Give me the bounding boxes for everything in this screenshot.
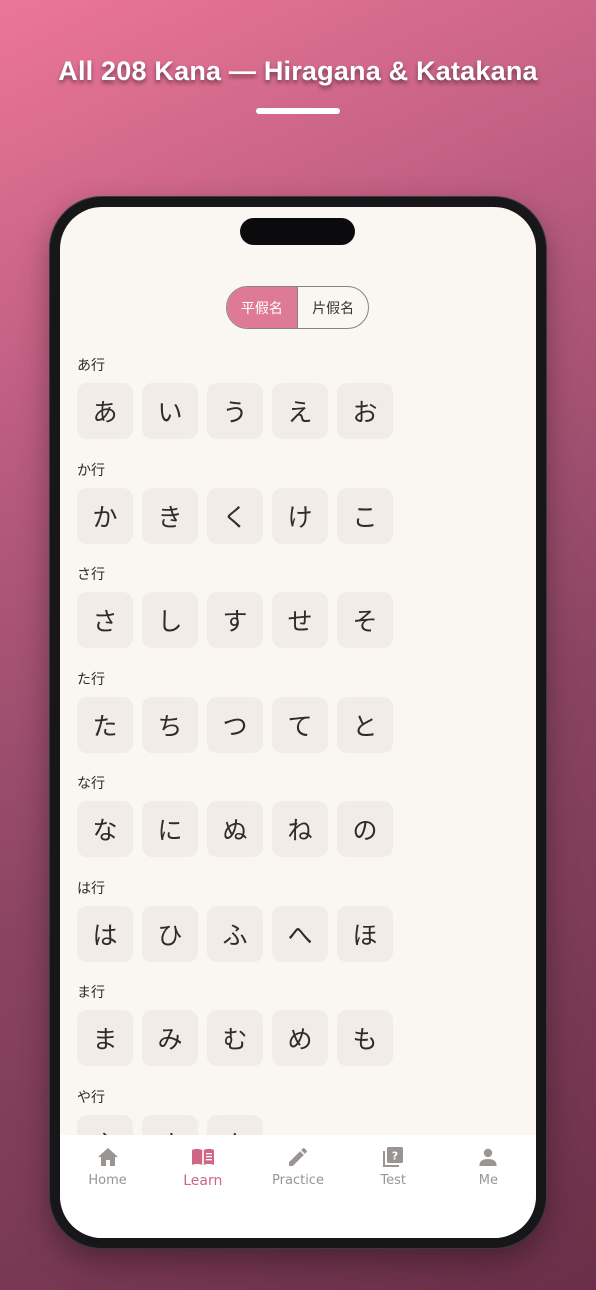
tab-label: Me — [478, 1173, 499, 1188]
headline-underline — [256, 108, 340, 114]
quiz-icon: ? — [383, 1147, 404, 1167]
app-screen: 平假名 片假名 あ行 あ い う え お か行 か き く け こ さ行 さ し… — [60, 207, 536, 1238]
kana-cell[interactable]: む — [207, 1010, 263, 1066]
kana-cell[interactable]: ま — [77, 1010, 133, 1066]
kana-cell[interactable]: つ — [207, 696, 263, 753]
kana-cell[interactable]: う — [207, 383, 263, 439]
row-label: あ行 — [77, 358, 105, 374]
kana-cell[interactable]: お — [337, 383, 393, 439]
row-label: た行 — [77, 671, 105, 688]
row-label: か行 — [77, 462, 105, 479]
kana-row: ま行 ま み む め も — [77, 982, 517, 1087]
kana-cell[interactable]: へ — [272, 905, 328, 962]
kana-cell[interactable]: く — [207, 487, 263, 544]
kana-row: あ行 あ い う え お — [77, 355, 517, 460]
kana-row: か行 か き く け こ — [77, 460, 517, 565]
kana-row: な行 な に ぬ ね の — [77, 773, 517, 878]
bottom-tab-bar: Home Learn Practice ? Test Me — [60, 1135, 536, 1238]
kana-cell[interactable]: か — [77, 487, 133, 544]
kana-cell[interactable]: せ — [272, 592, 328, 648]
person-icon — [479, 1148, 497, 1166]
kana-cell[interactable]: み — [142, 1010, 198, 1066]
kana-cell[interactable]: け — [272, 487, 328, 544]
kana-cell[interactable]: め — [272, 1010, 328, 1066]
home-icon — [97, 1148, 118, 1166]
tab-label: Test — [380, 1173, 407, 1188]
kana-row: さ行 さ し す せ そ — [77, 564, 517, 669]
kana-cell[interactable]: な — [77, 801, 133, 857]
promo-headline: All 208 Kana — Hiragana & Katakana — [58, 56, 538, 86]
kana-cell[interactable]: し — [142, 592, 198, 648]
kana-cell[interactable]: ち — [142, 696, 198, 753]
tab-label: Home — [88, 1173, 127, 1188]
row-label: は行 — [77, 880, 105, 897]
tab-me[interactable]: Me — [441, 1135, 536, 1238]
kana-cell[interactable]: そ — [337, 592, 393, 648]
tab-home[interactable]: Home — [60, 1135, 155, 1238]
kana-cell[interactable]: と — [337, 696, 393, 753]
kana-cell[interactable]: ひ — [142, 905, 198, 962]
script-toggle: 平假名 片假名 — [226, 286, 369, 329]
kana-cell[interactable]: ぬ — [207, 801, 263, 857]
kana-cell[interactable]: ほ — [337, 905, 393, 962]
kana-cell[interactable]: た — [77, 696, 133, 753]
kana-cell[interactable]: に — [142, 801, 198, 857]
svg-text:?: ? — [392, 1150, 398, 1163]
row-label: ま行 — [77, 985, 105, 1001]
hiragana-tab[interactable]: 平假名 — [227, 287, 297, 328]
kana-cell[interactable]: は — [77, 905, 133, 962]
kana-cell[interactable]: あ — [77, 383, 133, 439]
pencil-icon — [289, 1147, 308, 1166]
kana-cell[interactable]: ね — [272, 801, 328, 857]
tab-learn[interactable]: Learn — [155, 1135, 250, 1238]
kana-cell[interactable]: こ — [337, 487, 393, 544]
book-icon — [191, 1148, 214, 1165]
kana-cell[interactable]: ふ — [207, 905, 263, 962]
kana-cell[interactable]: の — [337, 801, 393, 857]
kana-row: た行 た ち つ て と — [77, 669, 517, 774]
tab-label: Learn — [183, 1173, 223, 1189]
kana-cell[interactable]: す — [207, 592, 263, 648]
tab-test[interactable]: ? Test — [346, 1135, 441, 1238]
phone-frame: 平假名 片假名 あ行 あ い う え お か行 か き く け こ さ行 さ し… — [50, 197, 546, 1248]
kana-cell[interactable]: き — [142, 487, 198, 544]
row-label: や行 — [77, 1089, 105, 1106]
kana-cell[interactable]: い — [142, 383, 198, 439]
row-label: な行 — [77, 776, 105, 792]
kana-cell[interactable]: て — [272, 696, 328, 753]
kana-cell[interactable]: さ — [77, 592, 133, 648]
dynamic-island — [240, 218, 355, 245]
kana-cell[interactable]: え — [272, 383, 328, 439]
kana-row: は行 は ひ ふ へ ほ — [77, 878, 517, 983]
tab-label: Practice — [272, 1173, 324, 1188]
row-label: さ行 — [77, 567, 105, 583]
tab-practice[interactable]: Practice — [250, 1135, 345, 1238]
kana-cell[interactable]: も — [337, 1010, 393, 1066]
katakana-tab[interactable]: 片假名 — [298, 287, 368, 328]
kana-grid: あ行 あ い う え お か行 か き く け こ さ行 さ し す せ そ た… — [77, 355, 517, 1191]
